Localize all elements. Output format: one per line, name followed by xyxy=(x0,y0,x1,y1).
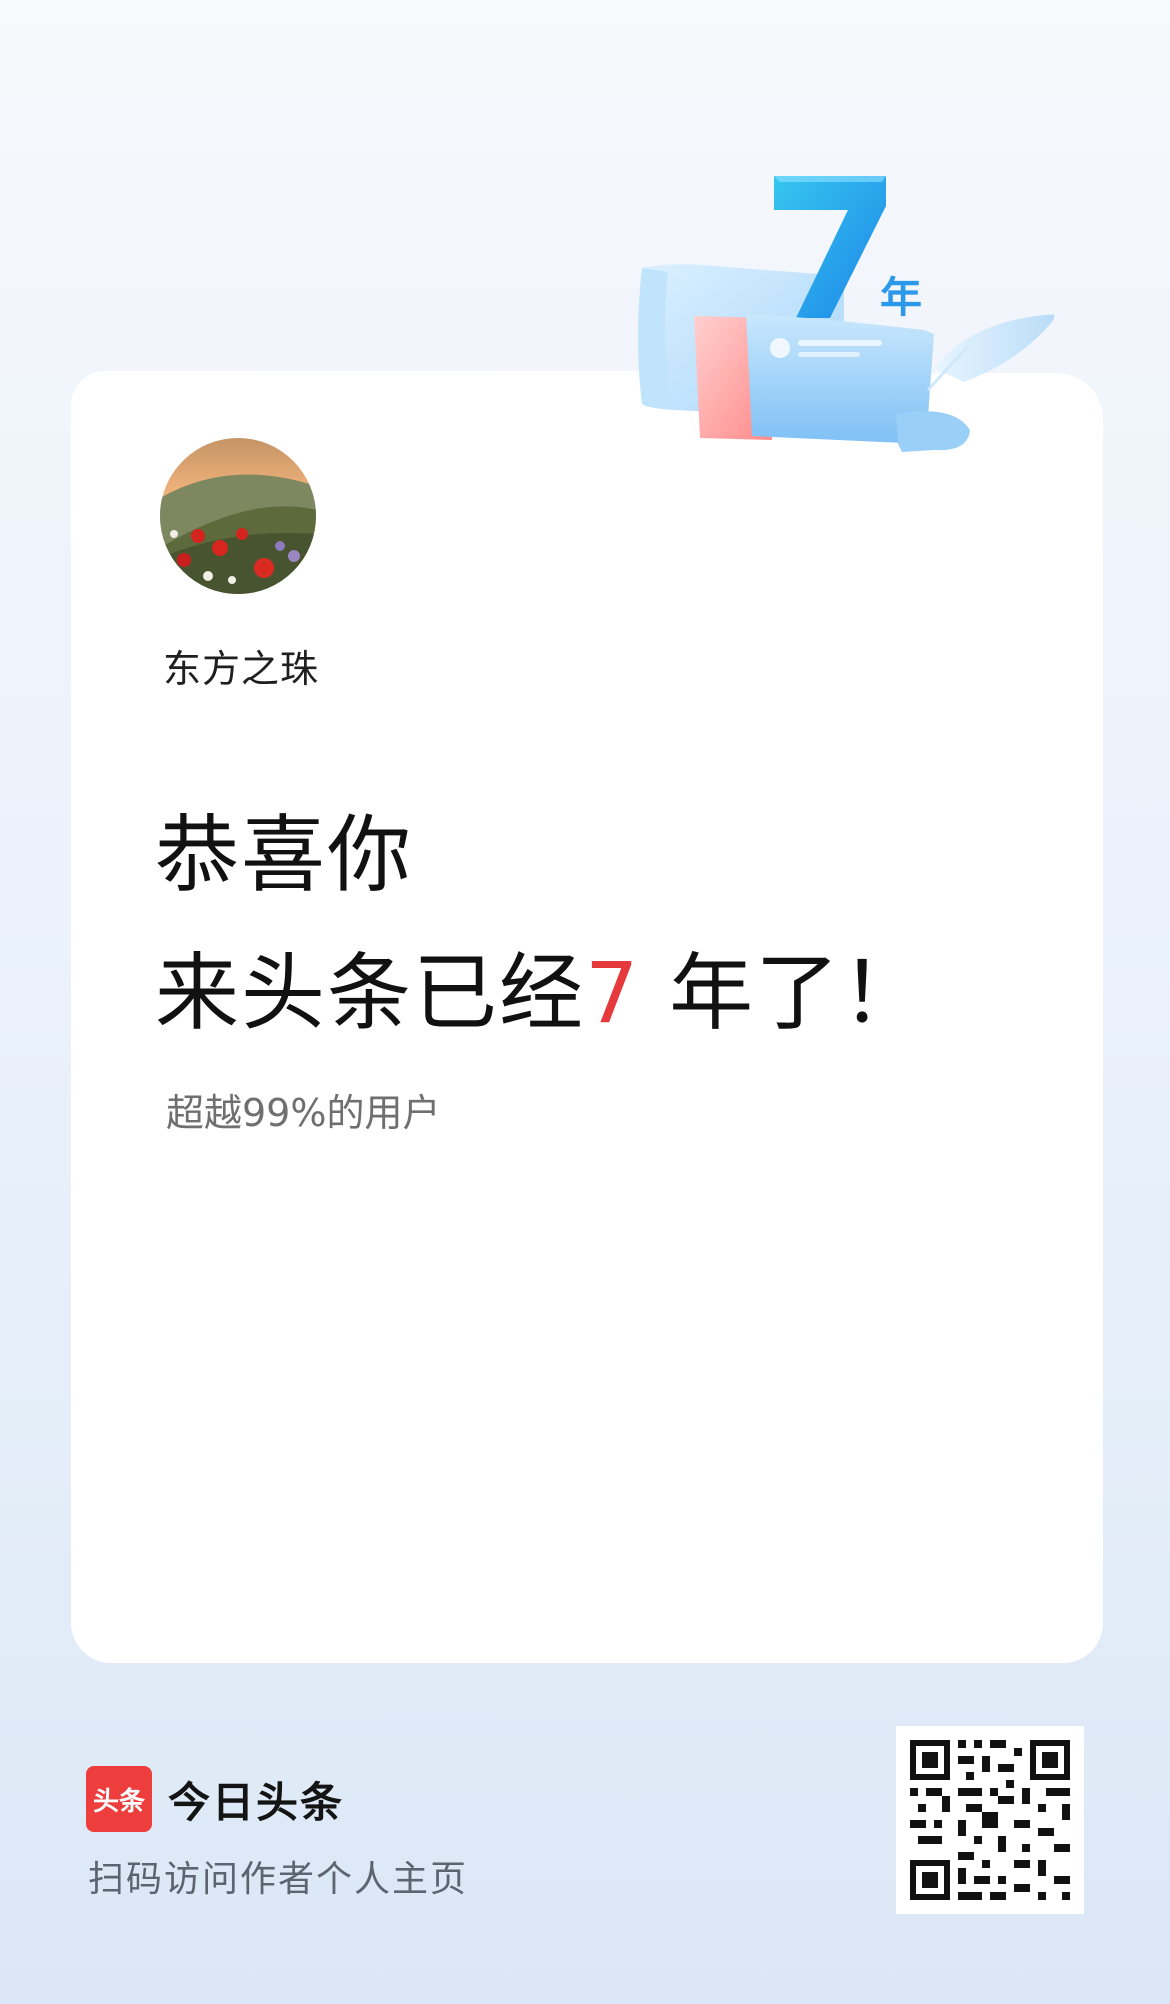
toutiao-logo-icon: 头条 xyxy=(86,1766,152,1832)
qr-code-icon[interactable] xyxy=(896,1726,1084,1914)
card-tab xyxy=(71,371,731,451)
headline-prefix: 来头条已经 xyxy=(155,944,586,1042)
years-count: 7 xyxy=(585,944,641,1042)
congrats-headline: 恭喜你 来头条已经7 年了！ xyxy=(155,786,927,1062)
username: 东方之珠 xyxy=(163,647,320,691)
headline-line-2: 来头条已经7 年了！ xyxy=(155,924,927,1062)
headline-line-1: 恭喜你 xyxy=(155,806,414,904)
headline-suffix: 年了！ xyxy=(640,944,928,1042)
brand-name: 今日头条 xyxy=(168,1777,345,1827)
avatar[interactable] xyxy=(160,438,316,594)
scan-hint: 扫码访问作者个人主页 xyxy=(88,1859,469,1900)
anniversary-badge-icon: 年 xyxy=(638,176,1054,452)
brand: 头条 今日头条 xyxy=(86,1766,344,1832)
svg-text:年: 年 xyxy=(880,273,922,322)
rank-text: 超越99%的用户 xyxy=(166,1091,441,1135)
